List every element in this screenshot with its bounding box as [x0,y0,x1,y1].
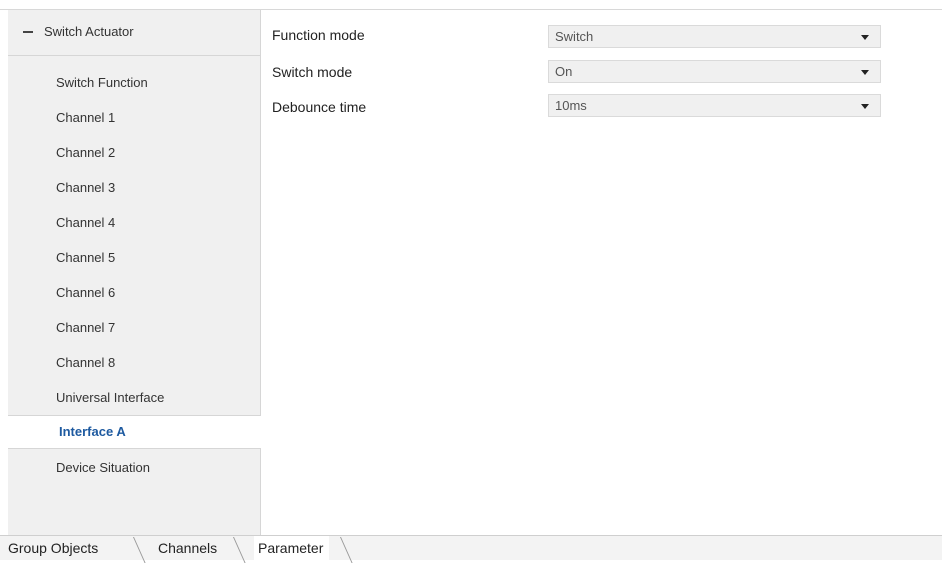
switch-mode-select[interactable]: On [548,60,881,83]
tree-header-switch-actuator[interactable]: Switch Actuator [8,10,260,56]
collapse-minus-icon[interactable] [23,31,33,33]
tab-parameter[interactable]: Parameter [254,536,330,560]
tree-item-channel-4[interactable]: Channel 4 [8,206,260,240]
dropdown-arrow-icon [861,70,869,75]
dropdown-arrow-icon [861,104,869,109]
tree-item-channel-2[interactable]: Channel 2 [8,136,260,170]
parameter-panel: Function mode Switch Switch mode On Debo… [261,10,942,535]
tree-item-interface-a[interactable]: Interface A [8,415,261,449]
tree-item-channel-7[interactable]: Channel 7 [8,311,260,345]
tree-item-switch-function[interactable]: Switch Function [8,66,260,100]
tree-item-channel-5[interactable]: Channel 5 [8,241,260,275]
debounce-time-select[interactable]: 10ms [548,94,881,117]
tree-item-channel-3[interactable]: Channel 3 [8,171,260,205]
debounce-time-label: Debounce time [272,99,367,115]
dropdown-arrow-icon [861,35,869,40]
parameter-tree: Switch Actuator Switch Function Channel … [8,10,261,535]
tab-channels[interactable]: Channels [158,536,217,560]
tree-header-label: Switch Actuator [44,24,134,39]
function-mode-label: Function mode [272,27,365,43]
debounce-time-value: 10ms [555,98,587,113]
function-mode-value: Switch [555,29,594,44]
tree-item-channel-8[interactable]: Channel 8 [8,346,260,380]
switch-mode-value: On [555,64,573,79]
tab-separator [133,537,146,563]
tree-item-channel-1[interactable]: Channel 1 [8,101,260,135]
tree-item-device-situation[interactable]: Device Situation [8,451,260,485]
function-mode-select[interactable]: Switch [548,25,881,48]
tree-item-channel-6[interactable]: Channel 6 [8,276,260,310]
bottom-tab-bar: Group Objects Channels Parameter [0,535,942,563]
tab-separator [233,537,246,563]
switch-mode-label: Switch mode [272,64,353,80]
tab-group-objects[interactable]: Group Objects [8,536,98,560]
tree-item-universal-interface[interactable]: Universal Interface [8,381,260,415]
tab-separator [340,537,353,563]
